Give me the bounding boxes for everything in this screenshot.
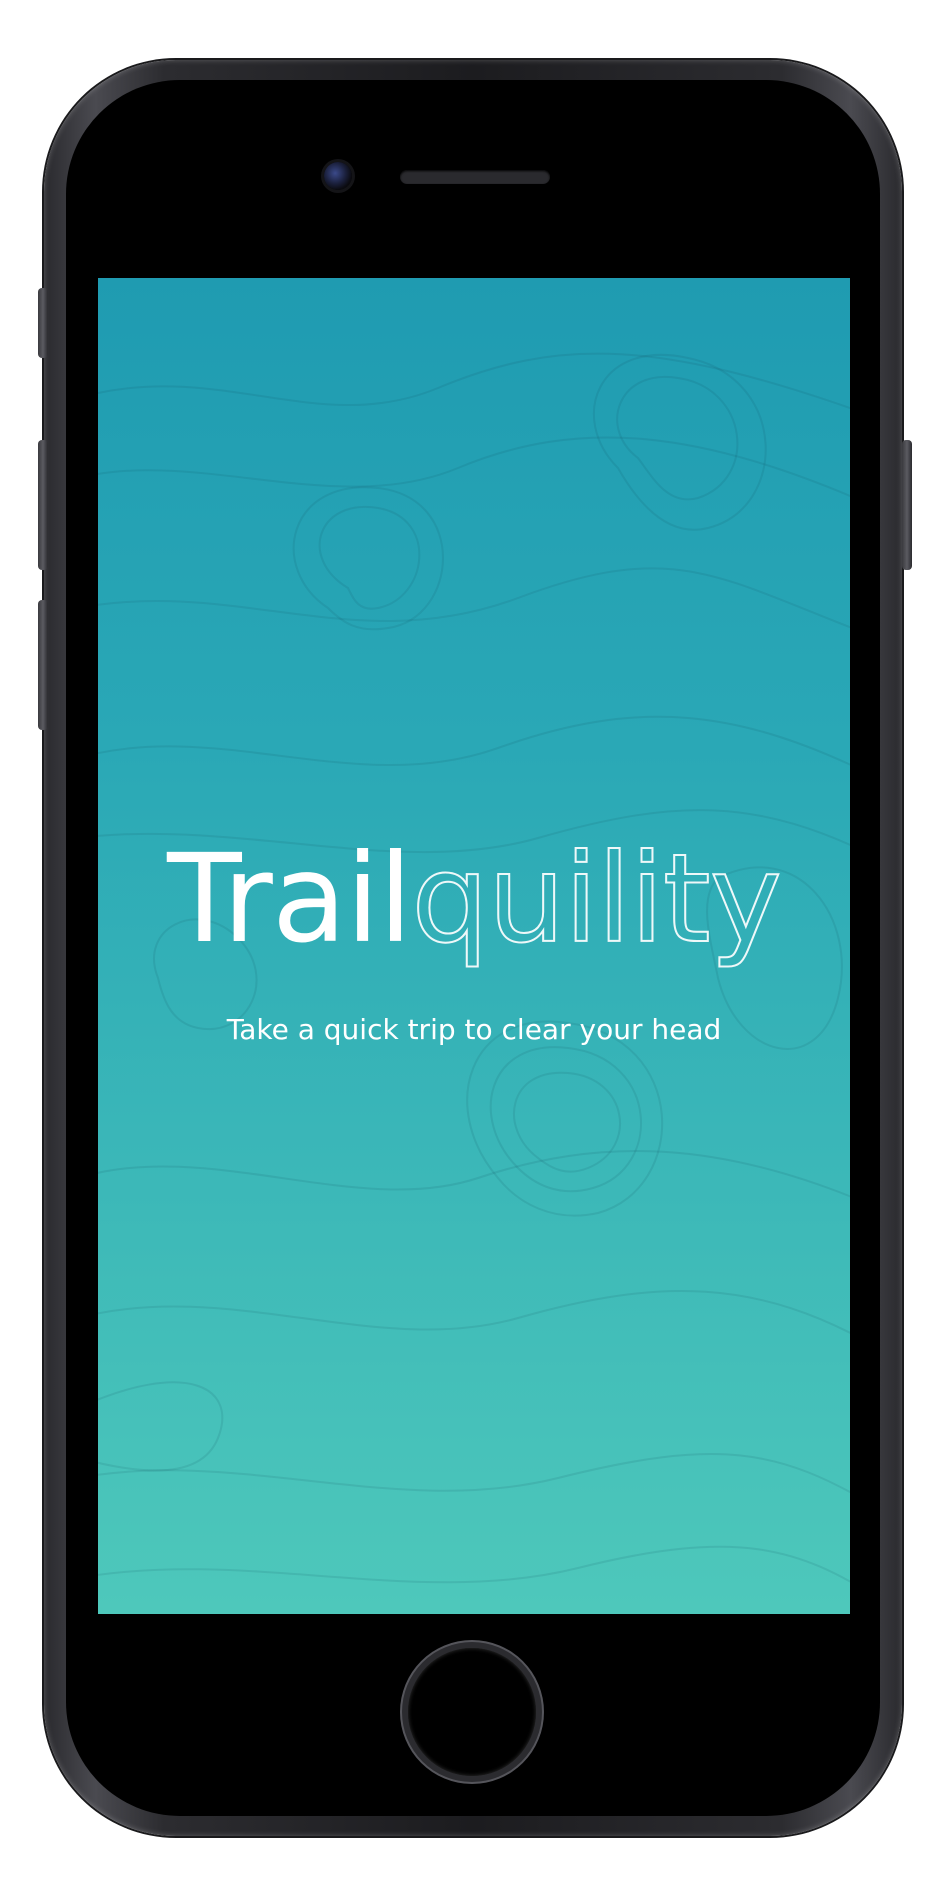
earpiece-speaker-icon <box>400 170 550 184</box>
app-title-light: quility <box>410 828 782 970</box>
app-title-bold: Trail <box>167 828 412 970</box>
volume-up-button[interactable] <box>38 440 48 570</box>
app-tagline: Take a quick trip to clear your head <box>226 1013 722 1046</box>
splash-screen: Trailquility Take a quick trip to clear … <box>98 278 850 1614</box>
power-button[interactable] <box>902 440 912 570</box>
app-logo-title: Trailquility <box>98 837 850 961</box>
mute-switch[interactable] <box>38 288 48 358</box>
home-button-icon[interactable] <box>408 1648 536 1776</box>
volume-down-button[interactable] <box>38 600 48 730</box>
front-camera-icon <box>324 162 352 190</box>
